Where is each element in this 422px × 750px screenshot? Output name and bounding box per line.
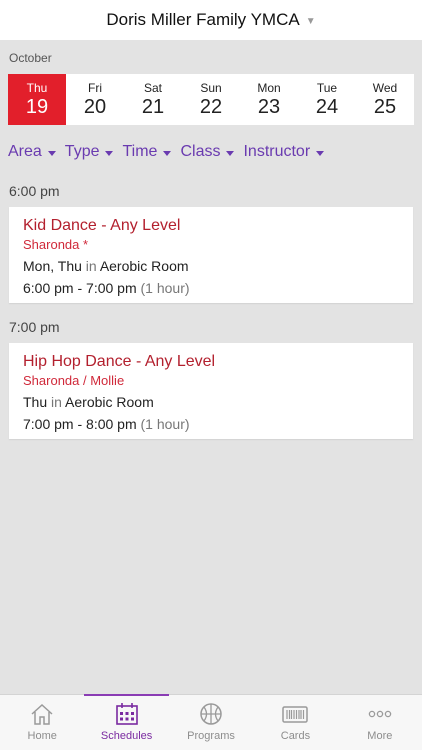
tab-label: Cards (280, 730, 311, 742)
basketball-icon (196, 701, 226, 727)
filter-bar: Area Type Time Class Instructor (8, 143, 333, 161)
class-card[interactable]: Hip Hop Dance - Any Level Sharonda / Mol… (9, 343, 413, 439)
day-name: Sat (143, 80, 162, 95)
day-number: 23 (257, 95, 281, 118)
filter-label: Time (122, 143, 158, 160)
class-time-row: 6:00 pm - 7:00 pm (1 hour) (23, 278, 399, 298)
class-room: Aerobic Room (99, 258, 189, 274)
location-title[interactable]: Doris Miller Family YMCA (106, 10, 299, 30)
day-number: 21 (141, 95, 165, 118)
day-number: 19 (25, 95, 49, 118)
filter-area[interactable]: Area (8, 143, 56, 161)
class-days-room: Mon, Thu in Aerobic Room (23, 256, 399, 276)
class-time: 6:00 pm - 7:00 pm (23, 280, 137, 296)
caret-down-icon (316, 150, 325, 156)
barcode-card-icon (280, 701, 310, 727)
class-name: Kid Dance - Any Level (23, 217, 181, 234)
class-time: 7:00 pm - 8:00 pm (23, 416, 137, 432)
day-number: 25 (373, 95, 397, 118)
filter-class[interactable]: Class (180, 143, 235, 161)
filter-instructor[interactable]: Instructor (243, 143, 325, 161)
day-sat[interactable]: Sat 21 (124, 74, 182, 125)
app-header: Doris Miller Family YMCA ▼ (0, 0, 422, 40)
day-selector: Thu 19 Fri 20 Sat 21 Sun 22 Mon 23 Tue 2… (8, 74, 414, 125)
calendar-icon (112, 701, 142, 727)
in-text: in (51, 394, 62, 410)
home-icon (27, 701, 57, 727)
in-text: in (85, 258, 97, 274)
day-thu[interactable]: Thu 19 (8, 74, 66, 125)
class-instructor: Sharonda / Mollie (23, 373, 125, 388)
day-number: 22 (199, 95, 223, 118)
class-duration: (1 hour) (140, 280, 190, 296)
filter-label: Class (180, 143, 221, 160)
caret-down-icon (105, 150, 114, 156)
filter-time[interactable]: Time (122, 143, 172, 161)
caret-down-icon (163, 150, 172, 156)
day-name: Sun (200, 80, 222, 95)
class-days-room: Thu in Aerobic Room (23, 392, 399, 412)
class-time-row: 7:00 pm - 8:00 pm (1 hour) (23, 414, 399, 434)
class-card[interactable]: Kid Dance - Any Level Sharonda * Mon, Th… (9, 207, 413, 303)
tab-programs[interactable]: Programs (169, 695, 253, 750)
day-tue[interactable]: Tue 24 (298, 74, 356, 125)
tab-more[interactable]: More (338, 695, 422, 750)
day-name: Fri (88, 80, 102, 95)
time-group-label: 7:00 pm (9, 319, 60, 335)
caret-down-icon (226, 150, 235, 156)
class-days: Thu (23, 394, 48, 410)
location-dropdown-icon[interactable]: ▼ (306, 16, 316, 27)
class-instructor: Sharonda * (23, 237, 89, 252)
day-name: Mon (257, 80, 281, 95)
tab-home[interactable]: Home (0, 695, 84, 750)
class-duration: (1 hour) (140, 416, 190, 432)
day-wed[interactable]: Wed 25 (356, 74, 414, 125)
tab-cards[interactable]: Cards (253, 695, 337, 750)
day-number: 24 (315, 95, 339, 118)
tab-label: More (367, 730, 393, 742)
tab-bar: Home Schedules Programs Cards More (0, 694, 422, 750)
tab-label: Programs (187, 730, 235, 742)
month-label: October (9, 51, 52, 65)
filter-label: Type (64, 143, 100, 160)
day-mon[interactable]: Mon 23 (240, 74, 298, 125)
time-group-label: 6:00 pm (9, 183, 60, 199)
day-name: Wed (372, 80, 398, 95)
more-dots-icon (365, 701, 395, 727)
tab-label: Schedules (100, 730, 153, 742)
tab-label: Home (27, 730, 57, 742)
class-days: Mon, Thu (23, 258, 82, 274)
day-name: Thu (26, 80, 48, 95)
filter-label: Instructor (243, 143, 311, 160)
filter-type[interactable]: Type (65, 143, 114, 161)
day-sun[interactable]: Sun 22 (182, 74, 240, 125)
caret-down-icon (47, 150, 56, 156)
filter-label: Area (8, 143, 42, 160)
class-name: Hip Hop Dance - Any Level (23, 353, 216, 370)
day-fri[interactable]: Fri 20 (66, 74, 124, 125)
day-number: 20 (83, 95, 107, 118)
class-room: Aerobic Room (65, 394, 154, 410)
day-name: Tue (316, 80, 338, 95)
tab-schedules[interactable]: Schedules (84, 694, 170, 750)
